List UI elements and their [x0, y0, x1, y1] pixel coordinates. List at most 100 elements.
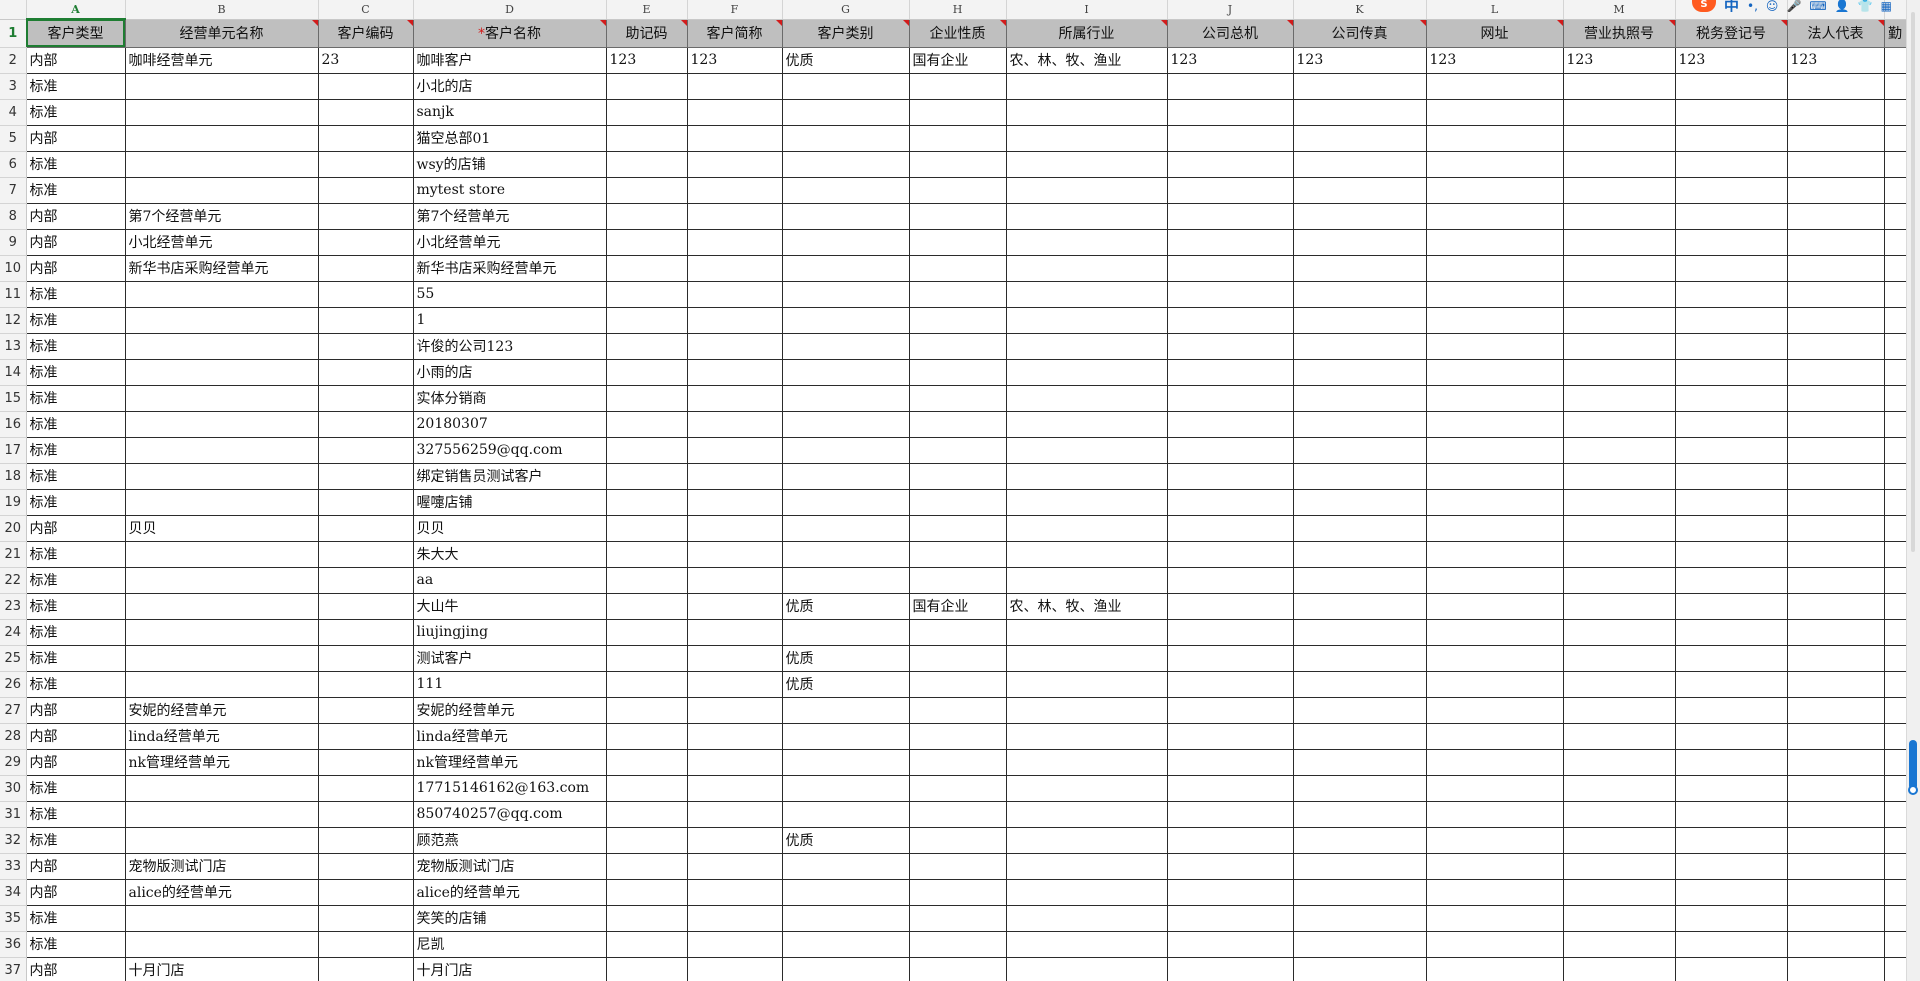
grid-cell[interactable]	[1563, 463, 1676, 490]
grid-cell[interactable]	[687, 671, 783, 698]
grid-cell[interactable]	[1563, 125, 1676, 152]
grid-cell[interactable]	[1426, 593, 1564, 620]
grid-cell[interactable]	[318, 489, 414, 516]
grid-cell[interactable]	[318, 411, 414, 438]
grid-cell[interactable]	[782, 515, 910, 542]
grid-cell[interactable]	[687, 125, 783, 152]
grid-cell[interactable]	[909, 541, 1007, 568]
grid-cell[interactable]	[782, 489, 910, 516]
grid-cell[interactable]	[1884, 645, 1906, 672]
grid-cell[interactable]: 标准	[26, 463, 126, 490]
grid-cell[interactable]	[1293, 229, 1427, 256]
grid-cell[interactable]	[1167, 931, 1294, 958]
grid-cell[interactable]: 内部	[26, 229, 126, 256]
grid-cell[interactable]	[1006, 333, 1168, 360]
grid-cell[interactable]	[1293, 541, 1427, 568]
grid-cell[interactable]: 标准	[26, 619, 126, 646]
grid-cell[interactable]: 标准	[26, 333, 126, 360]
grid-cell[interactable]: 123	[1563, 47, 1676, 74]
grid-cell[interactable]	[909, 671, 1007, 698]
grid-cell[interactable]	[1787, 593, 1885, 620]
header-cell[interactable]: 勤	[1883, 18, 1906, 48]
row-number[interactable]: 23	[0, 593, 27, 620]
grid-cell[interactable]	[318, 957, 414, 981]
ime-emoji-icon[interactable]: ☺	[1766, 0, 1779, 12]
column-letter-header[interactable]: C	[318, 0, 414, 20]
grid-cell[interactable]	[1167, 749, 1294, 776]
grid-cell[interactable]	[1787, 203, 1885, 230]
grid-cell[interactable]: 内部	[26, 723, 126, 750]
grid-cell[interactable]	[1675, 385, 1788, 412]
grid-cell[interactable]	[318, 723, 414, 750]
grid-cell[interactable]	[1787, 385, 1885, 412]
grid-cell[interactable]	[909, 619, 1007, 646]
grid-cell[interactable]	[1167, 203, 1294, 230]
grid-cell[interactable]	[1167, 125, 1294, 152]
grid-cell[interactable]	[909, 931, 1007, 958]
grid-cell[interactable]	[687, 411, 783, 438]
grid-cell[interactable]	[318, 333, 414, 360]
column-letter-header[interactable]: B	[125, 0, 319, 20]
grid-cell[interactable]	[782, 541, 910, 568]
grid-cell[interactable]	[1006, 749, 1168, 776]
grid-cell[interactable]: 标准	[26, 775, 126, 802]
grid-cell[interactable]	[909, 515, 1007, 542]
grid-cell[interactable]: 内部	[26, 853, 126, 880]
grid-cell[interactable]	[782, 411, 910, 438]
header-cell[interactable]: *客户名称	[412, 18, 607, 48]
grid-cell[interactable]	[782, 255, 910, 282]
grid-cell[interactable]	[606, 931, 688, 958]
grid-cell[interactable]	[1787, 255, 1885, 282]
grid-cell[interactable]: 许俊的公司123	[413, 333, 607, 360]
grid-cell[interactable]	[782, 359, 910, 386]
grid-cell[interactable]	[1293, 203, 1427, 230]
ime-voice-icon[interactable]: 🎤	[1786, 0, 1801, 12]
grid-cell[interactable]	[318, 645, 414, 672]
grid-cell[interactable]: 111	[413, 671, 607, 698]
grid-cell[interactable]	[909, 567, 1007, 594]
grid-cell[interactable]	[1426, 229, 1564, 256]
grid-cell[interactable]	[782, 749, 910, 776]
row-number[interactable]: 30	[0, 775, 27, 802]
grid-cell[interactable]	[909, 801, 1007, 828]
grid-cell[interactable]	[318, 125, 414, 152]
grid-cell[interactable]	[1787, 541, 1885, 568]
grid-cell[interactable]	[1167, 957, 1294, 981]
grid-cell[interactable]	[606, 957, 688, 981]
column-letter-header[interactable]: A	[26, 0, 126, 20]
grid-cell[interactable]	[606, 307, 688, 334]
grid-cell[interactable]	[1884, 359, 1906, 386]
grid-cell[interactable]	[1675, 359, 1788, 386]
grid-cell[interactable]	[687, 957, 783, 981]
grid-cell[interactable]	[1167, 541, 1294, 568]
grid-cell[interactable]: nk管理经营单元	[413, 749, 607, 776]
grid-cell[interactable]	[687, 333, 783, 360]
grid-cell[interactable]	[125, 541, 319, 568]
grid-cell[interactable]: 标准	[26, 905, 126, 932]
grid-cell[interactable]	[909, 333, 1007, 360]
grid-cell[interactable]	[909, 151, 1007, 178]
grid-cell[interactable]	[1787, 775, 1885, 802]
grid-cell[interactable]	[1787, 281, 1885, 308]
grid-cell[interactable]	[1787, 957, 1885, 981]
grid-cell[interactable]	[318, 697, 414, 724]
grid-cell[interactable]: 安妮的经营单元	[413, 697, 607, 724]
grid-cell[interactable]	[1787, 645, 1885, 672]
header-cell[interactable]: 营业执照号	[1562, 18, 1676, 48]
grid-cell[interactable]	[318, 801, 414, 828]
grid-cell[interactable]	[318, 853, 414, 880]
grid-cell[interactable]	[782, 151, 910, 178]
grid-cell[interactable]	[1675, 567, 1788, 594]
grid-cell[interactable]	[909, 177, 1007, 204]
grid-cell[interactable]: 第7个经营单元	[125, 203, 319, 230]
grid-cell[interactable]	[1563, 853, 1676, 880]
grid-cell[interactable]	[1884, 723, 1906, 750]
grid-cell[interactable]	[687, 749, 783, 776]
grid-cell[interactable]	[318, 749, 414, 776]
grid-cell[interactable]	[1787, 515, 1885, 542]
grid-cell[interactable]: alice的经营单元	[125, 879, 319, 906]
grid-cell[interactable]	[687, 775, 783, 802]
grid-cell[interactable]	[1884, 151, 1906, 178]
grid-cell[interactable]	[125, 307, 319, 334]
grid-cell[interactable]	[1426, 827, 1564, 854]
